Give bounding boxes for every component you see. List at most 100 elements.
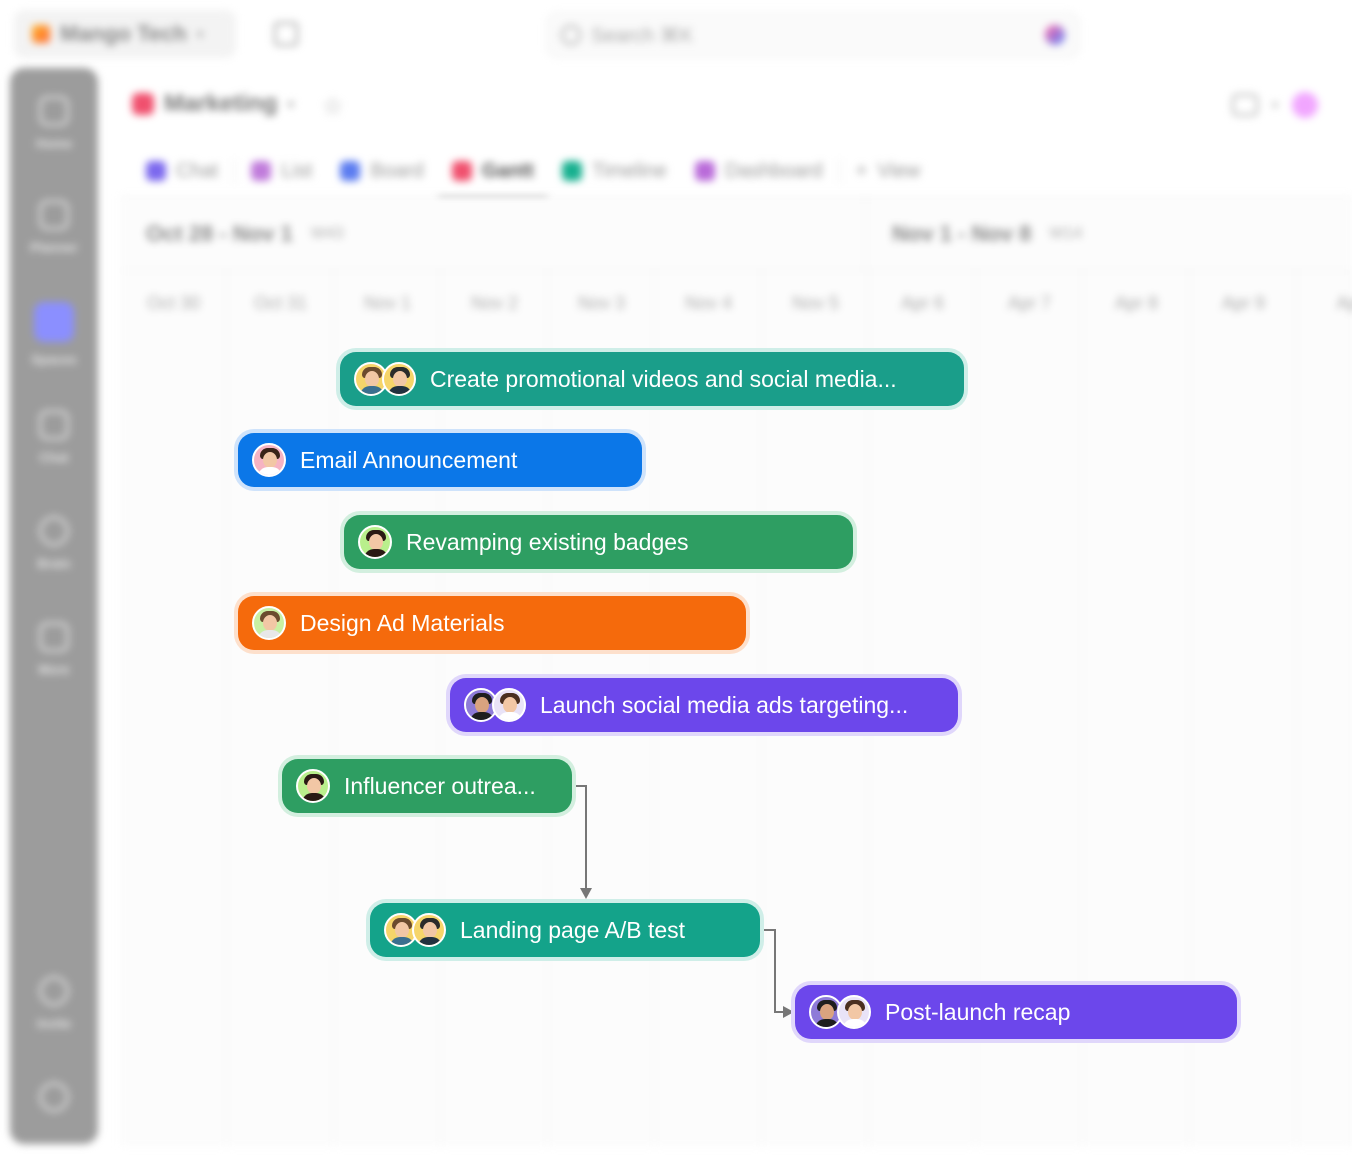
tab-label: Board xyxy=(370,159,424,182)
grid-icon xyxy=(39,622,69,652)
planner-icon xyxy=(39,200,69,230)
chat-icon xyxy=(39,410,69,440)
chevron-down-icon[interactable]: ▾ xyxy=(1272,98,1278,112)
timeline-icon xyxy=(561,161,582,181)
assignees xyxy=(354,362,416,396)
day-label: Nov 5 xyxy=(791,293,840,313)
sidebar-item-planner[interactable]: Planner xyxy=(10,200,98,255)
add-view-button[interactable]: + View xyxy=(842,151,935,191)
assignees xyxy=(252,443,286,477)
day-label: Oct 31 xyxy=(253,293,308,313)
tab-list[interactable]: List xyxy=(237,151,326,191)
invite-icon xyxy=(39,976,69,1006)
task-title: Landing page A/B test xyxy=(460,916,686,943)
day-column: Oct 30 xyxy=(120,271,227,1147)
task-bar[interactable]: Post-launch recap xyxy=(795,985,1237,1039)
avatar xyxy=(252,443,286,477)
workspace-name: Mango Tech xyxy=(60,21,187,46)
assignees xyxy=(252,606,286,640)
space-title[interactable]: Marketing ▾ xyxy=(132,90,294,118)
ai-assistant-icon[interactable] xyxy=(1045,25,1065,45)
week-number: W43 xyxy=(310,224,344,242)
sidebar-item-invite[interactable]: Invite xyxy=(10,976,98,1031)
search-bar[interactable]: Search ⌘K xyxy=(546,12,1080,58)
day-label: Apr 8 xyxy=(1114,293,1159,313)
assignees xyxy=(296,769,330,803)
sidebar-item-spaces[interactable]: Spaces xyxy=(10,302,98,367)
sidebar-item-more[interactable]: More xyxy=(10,622,98,677)
search-placeholder: Search ⌘K xyxy=(591,24,694,47)
divider xyxy=(234,159,236,183)
task-title: Post-launch recap xyxy=(885,998,1071,1025)
avatar xyxy=(412,913,446,947)
task-title: Revamping existing badges xyxy=(406,528,689,555)
workspace-logo xyxy=(32,25,50,43)
task-title: Influencer outrea... xyxy=(344,772,536,799)
avatar xyxy=(252,606,286,640)
tab-label: Dashboard xyxy=(724,159,823,182)
sidebar-item-home[interactable]: Home xyxy=(10,96,98,151)
board-icon xyxy=(340,161,361,181)
week-number: W14 xyxy=(1049,224,1083,242)
automation-icon[interactable] xyxy=(1232,94,1258,116)
day-column: Oct 31 xyxy=(227,271,334,1147)
sidebar-item-label: Planner xyxy=(30,240,78,255)
chat-icon xyxy=(146,161,166,181)
tab-chat[interactable]: Chat xyxy=(132,151,232,191)
task-bar[interactable]: Create promotional videos and social med… xyxy=(340,352,964,406)
avatar xyxy=(296,769,330,803)
task-title: Launch social media ads targeting... xyxy=(540,691,909,718)
star-icon[interactable]: ☆ xyxy=(322,92,344,121)
task-title: Design Ad Materials xyxy=(300,609,505,636)
tab-timeline[interactable]: Timeline xyxy=(548,151,681,191)
calendar-icon[interactable] xyxy=(274,22,298,46)
day-label: Nov 4 xyxy=(684,293,733,313)
sidebar-item-label: Brain xyxy=(37,556,71,571)
tab-label: List xyxy=(281,159,313,182)
task-bar[interactable]: Influencer outrea... xyxy=(282,759,572,813)
brain-icon xyxy=(39,516,69,546)
workspace-switcher[interactable]: Mango Tech ▾ xyxy=(14,10,236,58)
day-label: Apr 7 xyxy=(1007,293,1052,313)
assignees xyxy=(358,525,392,559)
day-label: Nov 3 xyxy=(577,293,626,313)
day-label: Apr 6 xyxy=(900,293,945,313)
task-bar[interactable]: Design Ad Materials xyxy=(238,596,746,650)
list-icon xyxy=(251,161,272,181)
assignees xyxy=(384,913,446,947)
avatar xyxy=(492,688,526,722)
tab-dashboard[interactable]: Dashboard xyxy=(681,151,837,191)
dashboard-icon xyxy=(694,161,715,181)
sidebar: Home Planner Spaces Chat Brain More Invi… xyxy=(10,68,98,1144)
task-bar[interactable]: Landing page A/B test xyxy=(370,903,760,957)
top-bar: Mango Tech ▾ Search ⌘K xyxy=(0,0,1352,68)
sidebar-item-label: Home xyxy=(35,136,73,151)
home-icon xyxy=(39,96,69,126)
task-title: Create promotional videos and social med… xyxy=(430,365,897,392)
week-range: Nov 1 - Nov 8 xyxy=(892,220,1032,246)
tab-label: View xyxy=(877,159,921,182)
sidebar-item-chat[interactable]: Chat xyxy=(10,410,98,465)
help-icon xyxy=(39,1082,69,1112)
task-title: Email Announcement xyxy=(300,446,518,473)
sidebar-item-label: Spaces xyxy=(31,352,77,367)
sidebar-item-label: More xyxy=(38,662,70,677)
space-name: Marketing xyxy=(164,90,278,117)
task-bar[interactable]: Email Announcement xyxy=(238,433,642,487)
plus-icon: + xyxy=(855,159,868,182)
ai-icon[interactable] xyxy=(1292,92,1319,118)
gantt-icon xyxy=(451,161,472,181)
day-label: Nov 1 xyxy=(363,293,412,313)
week-header: Nov 1 - Nov 8 W14 xyxy=(866,197,1352,271)
day-column: Apr xyxy=(1297,271,1352,1147)
task-bar[interactable]: Launch social media ads targeting... xyxy=(450,678,958,732)
tab-gantt[interactable]: Gantt xyxy=(437,151,549,201)
tab-label: Gantt xyxy=(481,159,534,182)
sidebar-item-label: Chat xyxy=(39,450,69,465)
day-label: Oct 30 xyxy=(146,293,201,313)
sidebar-item-help[interactable] xyxy=(10,1082,98,1122)
task-bar[interactable]: Revamping existing badges xyxy=(344,515,853,569)
sidebar-item-brain[interactable]: Brain xyxy=(10,516,98,571)
avatar xyxy=(837,995,871,1029)
tab-board[interactable]: Board xyxy=(326,151,437,191)
